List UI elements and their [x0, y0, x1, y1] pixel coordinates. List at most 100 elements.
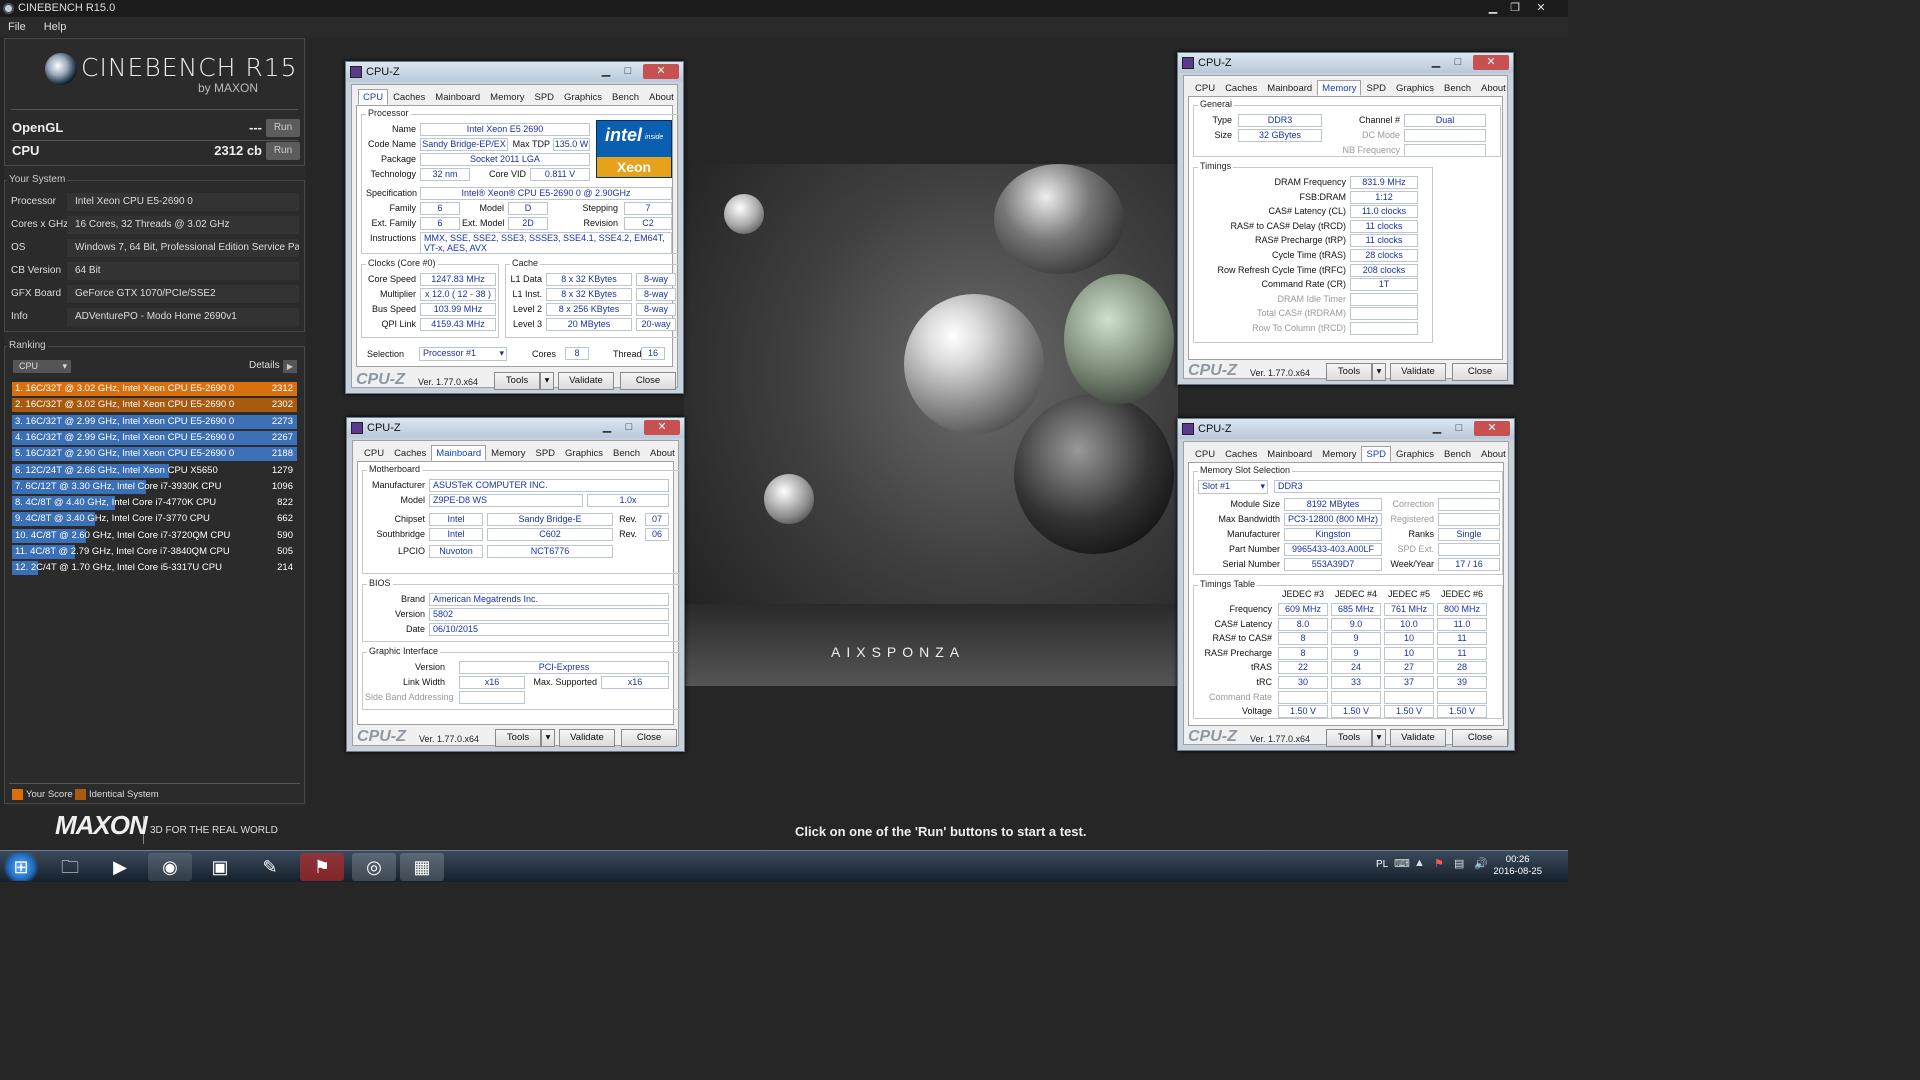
- run-opengl-button[interactable]: Run: [266, 119, 300, 137]
- media-player-icon[interactable]: ▶: [98, 853, 142, 881]
- run-cpu-button[interactable]: Run: [266, 142, 300, 160]
- details-arrow-icon[interactable]: ▶: [283, 360, 297, 373]
- tab-memory[interactable]: Memory: [1317, 446, 1361, 462]
- ranking-row[interactable]: 10. 4C/8T @ 2.60 GHz, Intel Core i7-3720…: [12, 528, 297, 543]
- details-label[interactable]: Details: [249, 360, 280, 371]
- maximize-icon[interactable]: □: [618, 420, 640, 435]
- ranking-row[interactable]: 7. 6C/12T @ 3.30 GHz, Intel Core i7-3930…: [12, 479, 297, 494]
- validate-button[interactable]: Validate: [558, 372, 614, 390]
- tools-button[interactable]: Tools: [494, 372, 540, 390]
- ranking-row[interactable]: 5. 16C/32T @ 2.90 GHz, Intel Xeon CPU E5…: [12, 447, 297, 462]
- menu-file[interactable]: File: [8, 21, 26, 33]
- tab-caches[interactable]: Caches: [388, 89, 430, 105]
- tab-memory[interactable]: Memory: [485, 89, 529, 105]
- tab-graphics[interactable]: Graphics: [1391, 80, 1439, 96]
- app-icon[interactable]: ⚑: [300, 853, 344, 881]
- menu-help[interactable]: Help: [44, 21, 67, 33]
- minimize-icon[interactable]: ▁: [1484, 1, 1502, 15]
- tab-cpu[interactable]: CPU: [1190, 446, 1220, 462]
- tab-mainboard[interactable]: Mainboard: [1262, 80, 1317, 96]
- maximize-icon[interactable]: □: [617, 64, 639, 79]
- ranking-row[interactable]: 12. 2C/4T @ 1.70 GHz, Intel Core i5-3317…: [12, 561, 297, 576]
- tab-caches[interactable]: Caches: [1220, 80, 1262, 96]
- tab-spd[interactable]: SPD: [1361, 446, 1392, 462]
- ranking-row[interactable]: 9. 4C/8T @ 3.40 GHz, Intel Core i7-3770 …: [12, 512, 297, 527]
- close-icon[interactable]: ✕: [1474, 421, 1510, 436]
- tab-memory[interactable]: Memory: [1317, 80, 1362, 96]
- tab-about[interactable]: About: [1476, 80, 1511, 96]
- tab-about[interactable]: About: [644, 89, 679, 105]
- tab-spd[interactable]: SPD: [530, 445, 560, 461]
- minimize-icon[interactable]: ▁: [1426, 421, 1448, 436]
- maximize-icon[interactable]: □: [1447, 55, 1469, 70]
- tools-dropdown-icon[interactable]: ▾: [541, 729, 555, 747]
- tab-spd[interactable]: SPD: [529, 89, 559, 105]
- close-button[interactable]: Close: [620, 372, 676, 390]
- validate-button[interactable]: Validate: [1390, 363, 1446, 381]
- slot-select[interactable]: Slot #1 ▾: [1198, 480, 1268, 494]
- start-button[interactable]: ⊞: [0, 853, 42, 881]
- tab-cpu[interactable]: CPU: [1190, 80, 1220, 96]
- tab-bench[interactable]: Bench: [608, 445, 645, 461]
- tab-about[interactable]: About: [645, 445, 680, 461]
- clock[interactable]: 00:26 2016-08-25: [1493, 854, 1542, 878]
- volume-icon[interactable]: 🔊: [1474, 857, 1488, 870]
- tab-bench[interactable]: Bench: [1439, 446, 1476, 462]
- close-button[interactable]: Close: [1452, 729, 1508, 747]
- tab-about[interactable]: About: [1476, 446, 1511, 462]
- ranking-type-select[interactable]: CPU ▾: [13, 360, 71, 373]
- network-tray-icon[interactable]: ▤: [1454, 857, 1464, 870]
- restore-icon[interactable]: ❐: [1506, 1, 1524, 15]
- processor-select[interactable]: Processor #1 ▾: [419, 347, 507, 361]
- ranking-row[interactable]: 3. 16C/32T @ 2.99 GHz, Intel Xeon CPU E5…: [12, 414, 297, 429]
- cpuz-taskbar-icon[interactable]: ▦: [400, 853, 444, 881]
- cinebench-taskbar-icon[interactable]: ◎: [352, 853, 396, 881]
- tab-cpu[interactable]: CPU: [358, 89, 389, 105]
- minimize-icon[interactable]: ▁: [1425, 55, 1447, 70]
- close-icon[interactable]: ✕: [644, 420, 680, 435]
- ranking-row[interactable]: 1. 16C/32T @ 3.02 GHz, Intel Xeon CPU E5…: [12, 382, 297, 396]
- maximize-icon[interactable]: □: [1448, 421, 1470, 436]
- tab-memory[interactable]: Memory: [486, 445, 530, 461]
- close-button[interactable]: Close: [621, 729, 677, 747]
- tab-mainboard[interactable]: Mainboard: [431, 445, 487, 461]
- tools-button[interactable]: Tools: [1326, 729, 1372, 747]
- tools-dropdown-icon[interactable]: ▾: [540, 372, 554, 390]
- explorer-icon[interactable]: 🗀: [48, 853, 92, 881]
- action-center-icon[interactable]: ⚑: [1434, 857, 1444, 870]
- tool-icon[interactable]: ✎: [248, 853, 292, 881]
- close-icon[interactable]: ✕: [643, 64, 679, 79]
- tools-dropdown-icon[interactable]: ▾: [1372, 729, 1386, 747]
- tab-mainboard[interactable]: Mainboard: [430, 89, 485, 105]
- tab-graphics[interactable]: Graphics: [560, 445, 608, 461]
- language-indicator[interactable]: PL: [1376, 859, 1388, 870]
- keyboard-icon[interactable]: ⌨: [1394, 857, 1410, 870]
- chrome-icon[interactable]: ◉: [148, 853, 192, 881]
- tab-cpu[interactable]: CPU: [359, 445, 389, 461]
- tray-arrow-icon[interactable]: ▲: [1414, 857, 1425, 869]
- tab-mainboard[interactable]: Mainboard: [1262, 446, 1317, 462]
- tab-bench[interactable]: Bench: [1439, 80, 1476, 96]
- tab-caches[interactable]: Caches: [1220, 446, 1262, 462]
- tab-spd[interactable]: SPD: [1361, 80, 1391, 96]
- close-icon[interactable]: ✕: [1532, 1, 1550, 15]
- validate-button[interactable]: Validate: [559, 729, 615, 747]
- close-icon[interactable]: ✕: [1473, 55, 1509, 70]
- ranking-row[interactable]: 2. 16C/32T @ 3.02 GHz, Intel Xeon CPU E5…: [12, 398, 297, 413]
- ranking-row[interactable]: 8. 4C/8T @ 4.40 GHz, Intel Core i7-4770K…: [12, 496, 297, 511]
- tab-bench[interactable]: Bench: [607, 89, 644, 105]
- close-button[interactable]: Close: [1452, 363, 1508, 381]
- ranking-row[interactable]: 4. 16C/32T @ 2.99 GHz, Intel Xeon CPU E5…: [12, 430, 297, 445]
- tab-graphics[interactable]: Graphics: [559, 89, 607, 105]
- tools-button[interactable]: Tools: [1326, 363, 1372, 381]
- network-icon[interactable]: ▣: [198, 853, 242, 881]
- tab-caches[interactable]: Caches: [389, 445, 431, 461]
- minimize-icon[interactable]: ▁: [596, 420, 618, 435]
- ranking-row[interactable]: 11. 4C/8T @ 2.79 GHz, Intel Core i7-3840…: [12, 545, 297, 559]
- tab-graphics[interactable]: Graphics: [1391, 446, 1439, 462]
- minimize-icon[interactable]: ▁: [595, 64, 617, 79]
- tools-button[interactable]: Tools: [495, 729, 541, 747]
- tools-dropdown-icon[interactable]: ▾: [1372, 363, 1386, 381]
- validate-button[interactable]: Validate: [1390, 729, 1446, 747]
- ranking-row[interactable]: 6. 12C/24T @ 2.66 GHz, Intel Xeon CPU X5…: [12, 463, 297, 478]
